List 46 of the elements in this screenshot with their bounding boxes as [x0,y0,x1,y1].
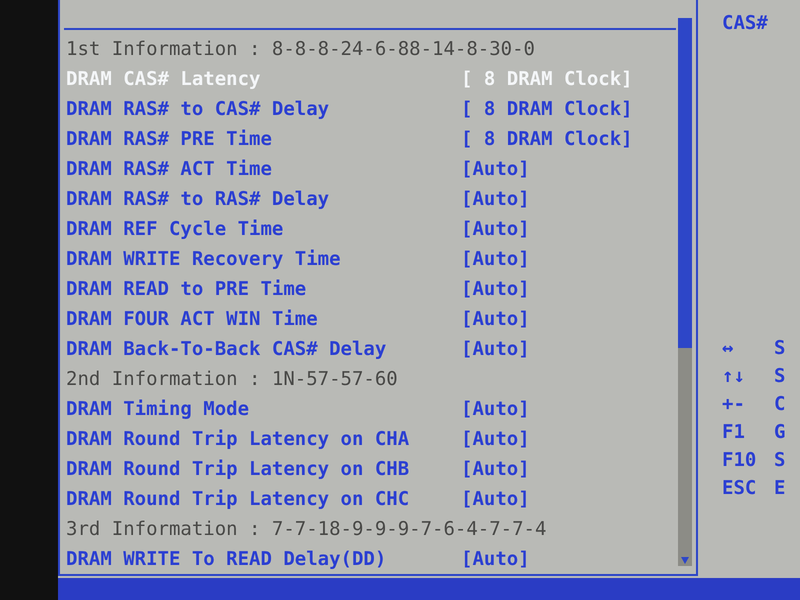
down-arrow-icon[interactable] [679,554,691,566]
setting-label[interactable]: DRAM RAS# PRE Time [66,128,461,150]
setting-value[interactable]: [Auto] [461,158,530,180]
key-label: ↔ [722,337,734,359]
information-text: 3rd Information : 7-7-18-9-9-9-7-6-4-7-7-4 [66,518,546,540]
key-label: F10 [722,449,758,471]
setting-value[interactable]: [Auto] [461,188,530,210]
scrollbar[interactable] [678,18,692,566]
key-label: F1 [722,421,746,443]
setting-value[interactable]: [ 8 DRAM Clock] [461,98,633,120]
information-text: 2nd Information : 1N-57-57-60 [66,368,398,390]
setting-value[interactable]: [Auto] [461,428,530,450]
setting-value[interactable]: [Auto] [461,278,530,300]
setting-label[interactable]: DRAM RAS# ACT Time [66,158,461,180]
setting-value[interactable]: [Auto] [461,458,530,480]
setting-label[interactable]: DRAM Round Trip Latency on CHB [66,458,461,480]
setting-value[interactable]: [Auto] [461,308,530,330]
setting-value[interactable]: [Auto] [461,248,530,270]
key-description: S [774,449,786,471]
setting-label[interactable]: DRAM RAS# to RAS# Delay [66,188,461,210]
setting-value[interactable]: [Auto] [461,218,530,240]
setting-value[interactable]: [ 8 DRAM Clock] [461,128,633,150]
setting-value[interactable]: [Auto] [461,488,530,510]
setting-label[interactable]: DRAM WRITE To READ Delay(DD) [66,548,461,570]
setting-label[interactable]: DRAM FOUR ACT WIN Time [66,308,461,330]
setting-label[interactable]: DRAM REF Cycle Time [66,218,461,240]
setting-label[interactable]: DRAM Timing Mode [66,398,461,420]
key-label: ESC [722,477,758,499]
setting-label[interactable]: DRAM Round Trip Latency on CHA [66,428,461,450]
key-description: S [774,337,786,359]
key-label: +- [722,393,746,415]
setting-value[interactable]: [Auto] [461,398,530,420]
information-text: 1st Information : 8-8-8-24-6-88-14-8-30-0 [66,38,535,60]
setting-label[interactable]: DRAM Back-To-Back CAS# Delay [66,338,461,360]
key-description: G [774,421,786,443]
key-label: ↑↓ [722,365,746,387]
setting-label[interactable]: DRAM READ to PRE Time [66,278,461,300]
setting-label[interactable]: DRAM RAS# to CAS# Delay [66,98,461,120]
setting-value[interactable]: [Auto] [461,338,530,360]
key-description: S [774,365,786,387]
help-text: CAS# [722,12,769,34]
setting-value[interactable]: [Auto] [461,548,530,570]
setting-label[interactable]: DRAM WRITE Recovery Time [66,248,461,270]
setting-label[interactable]: DRAM Round Trip Latency on CHC [66,488,461,510]
key-description: C [774,393,786,415]
key-description: E [774,477,786,499]
